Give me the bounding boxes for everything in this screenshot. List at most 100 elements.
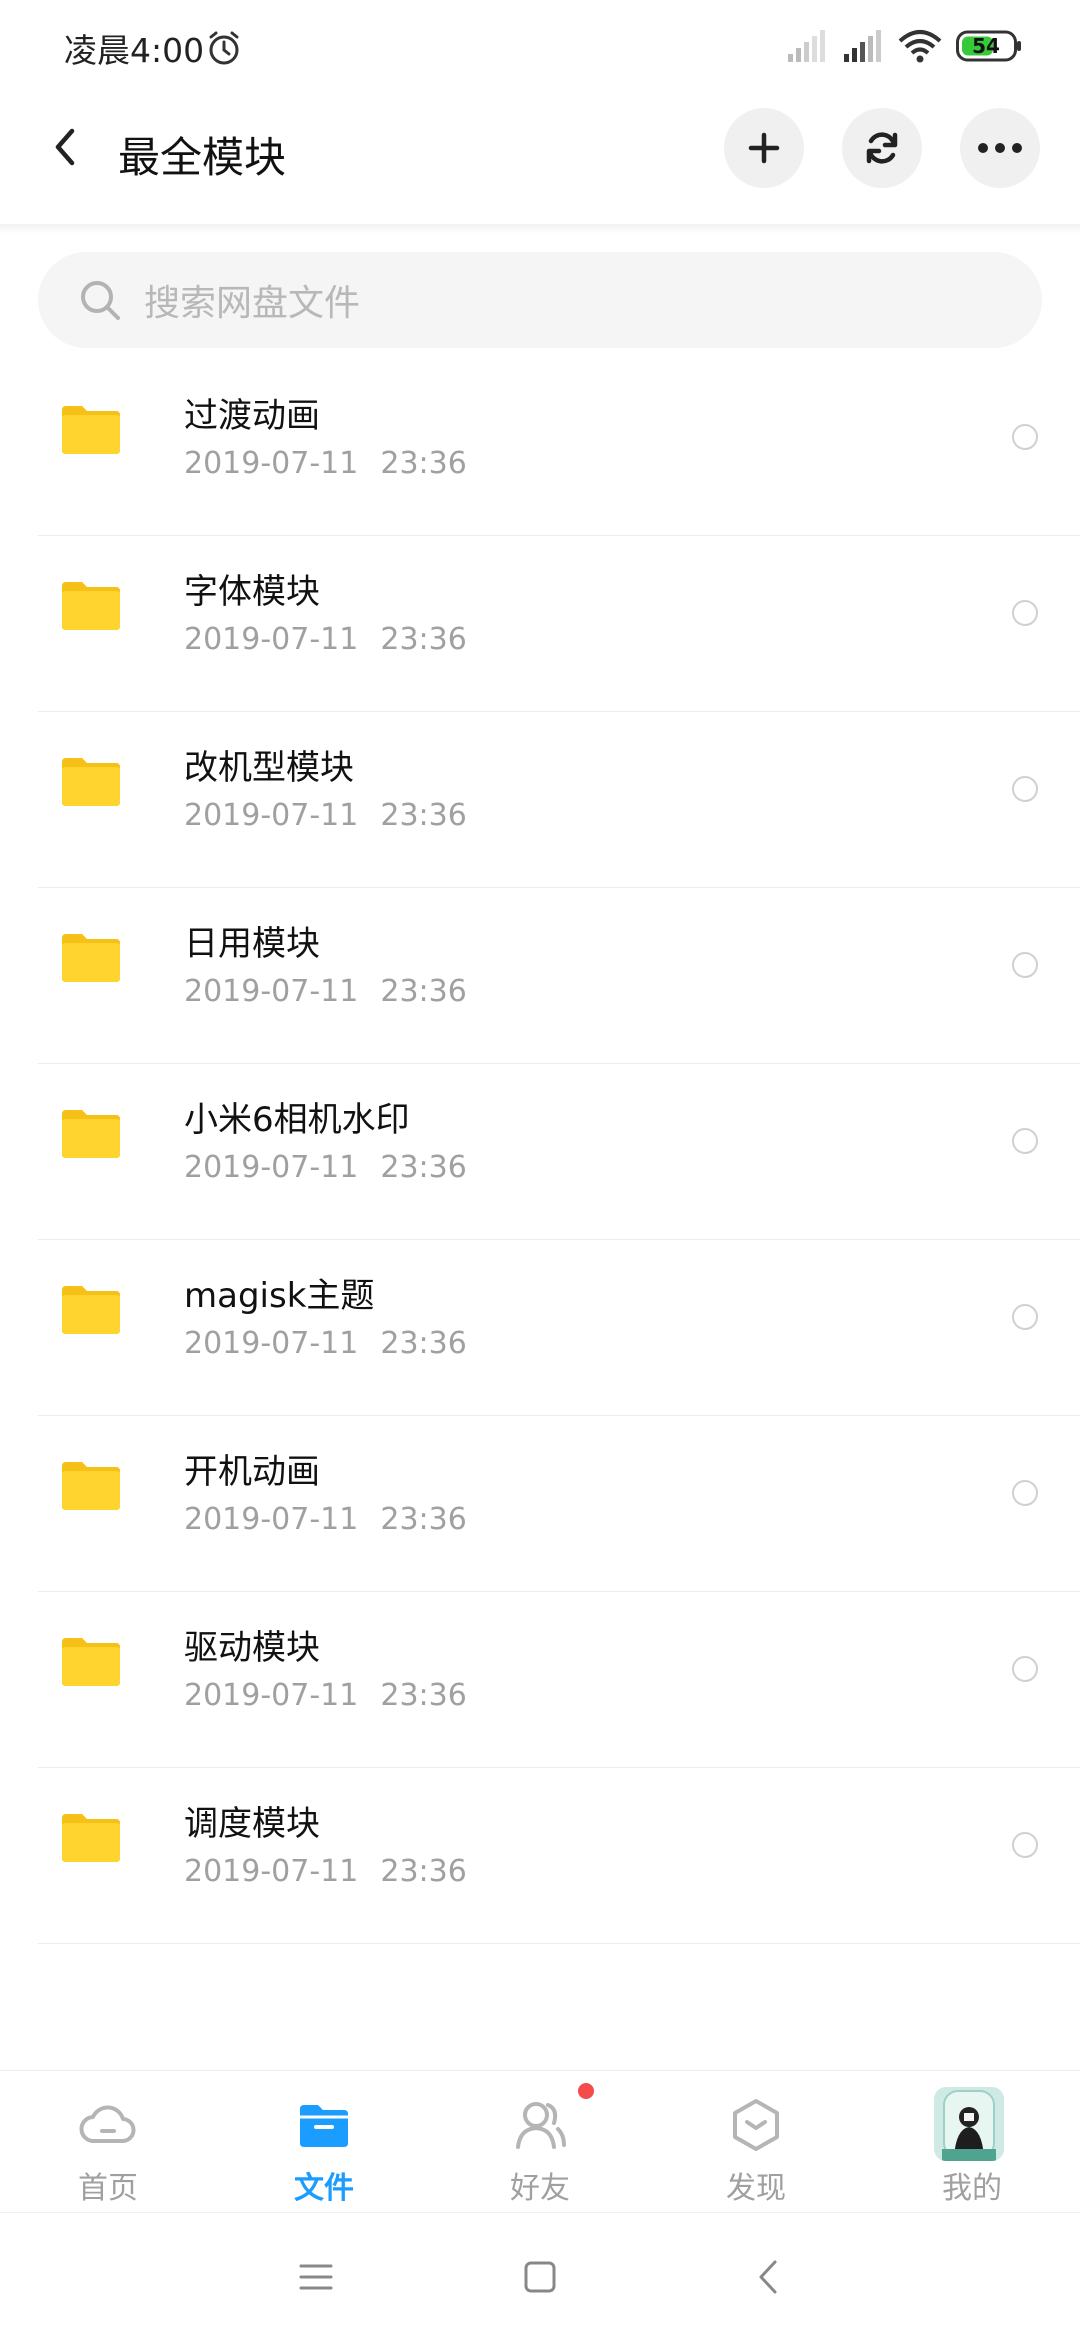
bottom-nav: 首页 文件 好友 发现 我的 [0, 2070, 1080, 2211]
file-name: 小米6相机水印 [184, 1100, 410, 1140]
file-row[interactable]: 小米6相机水印 2019-07-11 23:36 [38, 1064, 1080, 1240]
select-checkbox[interactable] [1012, 952, 1038, 978]
menu-button[interactable] [286, 2247, 346, 2307]
file-time: 23:36 [380, 1150, 467, 1185]
file-modified: 2019-07-11 23:36 [184, 1854, 467, 1889]
file-row[interactable]: 日用模块 2019-07-11 23:36 [38, 888, 1080, 1064]
file-time: 23:36 [380, 974, 467, 1009]
file-name: 字体模块 [184, 572, 320, 612]
folder-icon [300, 2105, 348, 2147]
select-checkbox[interactable] [1012, 1480, 1038, 1506]
chevron-left-icon [55, 128, 75, 166]
folder-icon [62, 758, 120, 806]
file-name: 开机动画 [184, 1452, 320, 1492]
folder-icon [62, 406, 120, 454]
file-modified: 2019-07-11 23:36 [184, 1678, 467, 1713]
file-name: 过渡动画 [184, 396, 320, 436]
nav-item-friends[interactable]: 好友 [432, 2071, 648, 2211]
file-time: 23:36 [380, 1502, 467, 1537]
folder-icon [62, 1814, 120, 1862]
nav-label: 首页 [78, 2171, 138, 2206]
file-row[interactable]: 字体模块 2019-07-11 23:36 [38, 536, 1080, 712]
status-bar: 凌晨4:00 54 [0, 0, 1080, 96]
wifi-icon [898, 30, 942, 63]
signal-icon [844, 30, 881, 62]
status-time: 凌晨4:00 [64, 31, 205, 70]
signal-icon [788, 30, 825, 62]
folder-icon [62, 1638, 120, 1686]
select-checkbox[interactable] [1012, 776, 1038, 802]
select-checkbox[interactable] [1012, 424, 1038, 450]
file-date: 2019-07-11 [184, 1150, 359, 1185]
search-placeholder: 搜索网盘文件 [144, 283, 361, 324]
file-date: 2019-07-11 [184, 446, 359, 481]
file-time: 23:36 [380, 622, 467, 657]
folder-icon [62, 1462, 120, 1510]
cloud-icon [79, 2105, 136, 2143]
status-indicators: 54 [786, 26, 1022, 66]
back-button[interactable] [40, 122, 90, 172]
plus-icon [748, 132, 780, 164]
select-checkbox[interactable] [1012, 1128, 1038, 1154]
nav-item-me[interactable]: 我的 [864, 2071, 1080, 2211]
file-row[interactable]: 驱动模块 2019-07-11 23:36 [38, 1592, 1080, 1768]
add-button[interactable] [724, 108, 804, 188]
page-title: 最全模块 [118, 133, 287, 182]
nav-label: 文件 [294, 2171, 354, 2206]
file-row[interactable]: magisk主题 2019-07-11 23:36 [38, 1240, 1080, 1416]
search-input[interactable]: 搜索网盘文件 [38, 252, 1042, 348]
file-modified: 2019-07-11 23:36 [184, 622, 467, 657]
select-checkbox[interactable] [1012, 1832, 1038, 1858]
discover-icon [733, 2099, 779, 2151]
header-divider [0, 224, 1080, 234]
nav-item-home[interactable]: 首页 [0, 2071, 216, 2211]
home-button[interactable] [510, 2247, 570, 2307]
file-row[interactable]: 调度模块 2019-07-11 23:36 [38, 1768, 1080, 1944]
file-row[interactable]: 开机动画 2019-07-11 23:36 [38, 1416, 1080, 1592]
system-nav [0, 2212, 1080, 2341]
folder-icon [62, 1110, 120, 1158]
more-button[interactable] [960, 108, 1040, 188]
folder-icon [62, 934, 120, 982]
file-modified: 2019-07-11 23:36 [184, 1502, 467, 1537]
file-date: 2019-07-11 [184, 1678, 359, 1713]
notification-badge [578, 2083, 594, 2099]
nav-label: 好友 [510, 2171, 570, 2206]
file-name: magisk主题 [184, 1276, 375, 1316]
file-row[interactable]: 过渡动画 2019-07-11 23:36 [38, 360, 1080, 536]
search-icon [81, 281, 120, 320]
file-name: 驱动模块 [184, 1628, 320, 1668]
nav-item-files[interactable]: 文件 [216, 2071, 432, 2211]
file-date: 2019-07-11 [184, 1854, 359, 1889]
file-date: 2019-07-11 [184, 974, 359, 1009]
file-time: 23:36 [380, 1854, 467, 1889]
home-square-icon [524, 2261, 556, 2293]
select-checkbox[interactable] [1012, 600, 1038, 626]
file-modified: 2019-07-11 23:36 [184, 446, 467, 481]
file-name: 日用模块 [184, 924, 320, 964]
chevron-left-icon [759, 2260, 777, 2294]
refresh-button[interactable] [842, 108, 922, 188]
file-time: 23:36 [380, 798, 467, 833]
menu-icon [299, 2264, 333, 2290]
select-checkbox[interactable] [1012, 1304, 1038, 1330]
select-checkbox[interactable] [1012, 1656, 1038, 1682]
file-modified: 2019-07-11 23:36 [184, 798, 467, 833]
refresh-icon [866, 132, 898, 164]
more-icon [978, 143, 1022, 153]
file-modified: 2019-07-11 23:36 [184, 1150, 467, 1185]
file-time: 23:36 [380, 1326, 467, 1361]
file-row[interactable]: 改机型模块 2019-07-11 23:36 [38, 712, 1080, 888]
file-modified: 2019-07-11 23:36 [184, 974, 467, 1009]
file-name: 改机型模块 [184, 748, 354, 788]
folder-icon [62, 1286, 120, 1334]
folder-icon [62, 582, 120, 630]
file-date: 2019-07-11 [184, 1502, 359, 1537]
file-date: 2019-07-11 [184, 1326, 359, 1361]
system-back-button[interactable] [738, 2247, 798, 2307]
nav-label: 发现 [726, 2171, 786, 2206]
file-modified: 2019-07-11 23:36 [184, 1326, 467, 1361]
nav-item-discover[interactable]: 发现 [648, 2071, 864, 2211]
file-time: 23:36 [380, 1678, 467, 1713]
file-time: 23:36 [380, 446, 467, 481]
